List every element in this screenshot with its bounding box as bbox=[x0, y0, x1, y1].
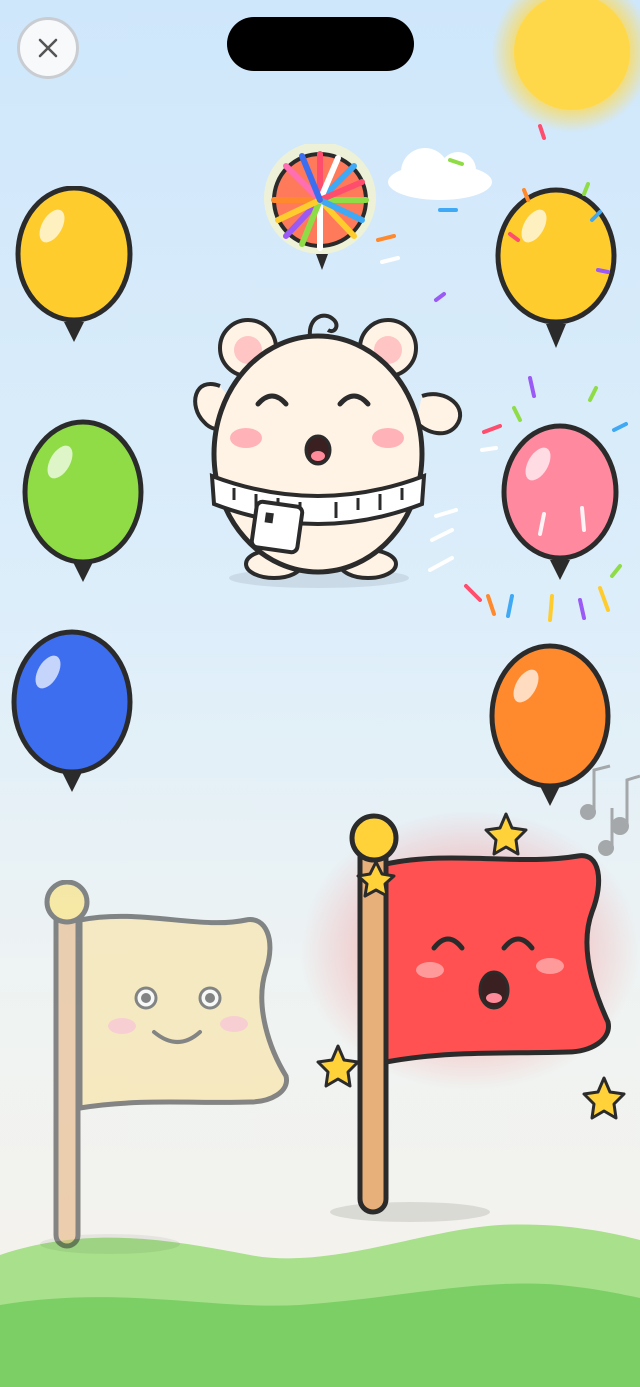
balloon-blue[interactable] bbox=[8, 624, 138, 796]
balloon-popped[interactable] bbox=[258, 144, 388, 276]
hamster-mascot-icon[interactable] bbox=[184, 296, 474, 590]
star-icon bbox=[582, 1076, 626, 1120]
balloon-yellow-left[interactable] bbox=[14, 186, 136, 348]
balloon-orange[interactable] bbox=[486, 640, 616, 812]
close-icon bbox=[38, 38, 58, 58]
star-icon bbox=[316, 1044, 360, 1088]
device-notch bbox=[227, 17, 414, 71]
close-button[interactable]: × bbox=[17, 17, 79, 79]
sun-icon bbox=[492, 0, 640, 132]
flag-red[interactable] bbox=[300, 800, 640, 1230]
balloon-pink[interactable] bbox=[496, 418, 622, 584]
flag-yellow[interactable] bbox=[40, 880, 296, 1260]
cloud-icon bbox=[388, 148, 492, 200]
balloon-yellow-right[interactable] bbox=[488, 180, 624, 356]
balloon-green[interactable] bbox=[20, 416, 146, 586]
